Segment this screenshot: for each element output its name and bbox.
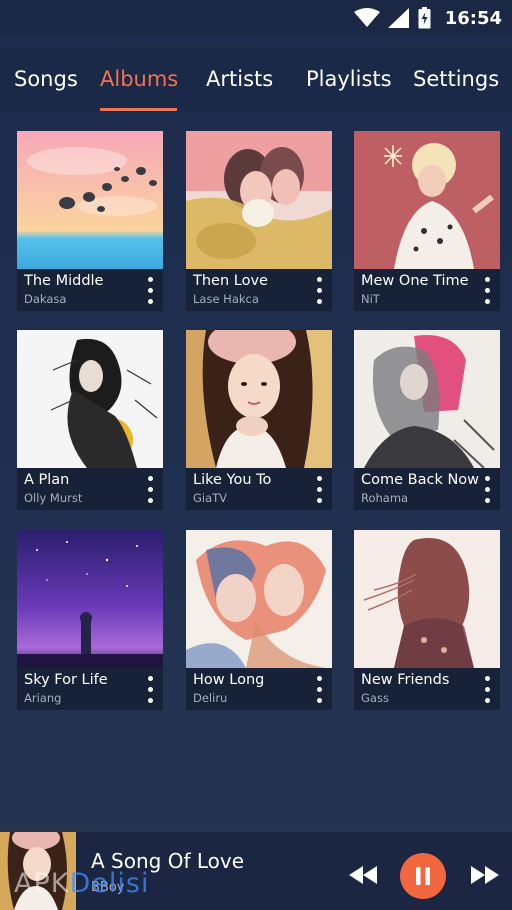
now-playing-cover-image[interactable] [0, 832, 76, 910]
album-title: A Plan [24, 472, 70, 488]
album-card[interactable]: Come Back Now Rohama [354, 330, 500, 510]
album-card[interactable]: Like You To GiaTV [186, 330, 332, 510]
previous-track-icon[interactable] [349, 866, 377, 884]
album-cover-image [354, 330, 500, 468]
more-options-icon[interactable] [480, 277, 494, 305]
album-artist: GiaTV [193, 491, 228, 505]
album-title: Sky For Life [24, 672, 108, 688]
pause-button[interactable] [400, 853, 446, 899]
tab-songs[interactable]: Songs [14, 67, 78, 91]
album-cover-image [17, 530, 163, 668]
album-cover-image [354, 530, 500, 668]
album-cover-image [17, 330, 163, 468]
now-playing-bar[interactable]: A Song Of Love BBoy [0, 832, 512, 910]
album-title: Then Love [193, 273, 268, 289]
battery-charging-icon [418, 7, 431, 29]
next-track-icon[interactable] [471, 866, 499, 884]
album-card[interactable]: Mew One Time NiT [354, 131, 500, 311]
now-playing-title: A Song Of Love [91, 849, 245, 873]
pause-icon [416, 867, 430, 885]
wifi-icon [353, 8, 380, 27]
album-cover-image [186, 530, 332, 668]
album-title: How Long [193, 672, 265, 688]
album-cover-image [17, 131, 163, 269]
more-options-icon[interactable] [312, 476, 326, 504]
album-info: How Long Deliru [186, 668, 332, 710]
album-info: Then Love Lase Hakca [186, 269, 332, 311]
album-artist: Gass [361, 691, 389, 705]
status-time: 16:54 [444, 7, 502, 29]
cell-signal-icon [387, 8, 409, 28]
album-cover-image [186, 131, 332, 269]
status-icons: 16:54 [353, 6, 502, 30]
album-info: Come Back Now Rohama [354, 468, 500, 510]
active-tab-indicator [100, 108, 177, 111]
album-info: Mew One Time NiT [354, 269, 500, 311]
album-info: Like You To GiaTV [186, 468, 332, 510]
more-options-icon[interactable] [312, 676, 326, 704]
album-info: Sky For Life Ariang [17, 668, 163, 710]
more-options-icon[interactable] [480, 676, 494, 704]
album-card[interactable]: Then Love Lase Hakca [186, 131, 332, 311]
album-card[interactable]: How Long Deliru [186, 530, 332, 710]
more-options-icon[interactable] [143, 277, 157, 305]
album-title: Like You To [193, 472, 272, 488]
album-card[interactable]: Sky For Life Ariang [17, 530, 163, 710]
more-options-icon[interactable] [143, 476, 157, 504]
album-artist: Lase Hakca [193, 292, 259, 306]
album-card[interactable]: A Plan Olly Murst [17, 330, 163, 510]
album-card[interactable]: New Friends Gass [354, 530, 500, 710]
album-artist: Ariang [24, 691, 62, 705]
album-artist: Dakasa [24, 292, 67, 306]
now-playing-artist: BBoy [91, 880, 125, 895]
more-options-icon[interactable] [480, 476, 494, 504]
album-card[interactable]: The Middle Dakasa [17, 131, 163, 311]
album-artist: Rohama [361, 491, 409, 505]
status-bar: 16:54 [0, 0, 512, 36]
tab-bar: Songs Albums Artists Playlists Settings [0, 48, 512, 112]
tab-playlists[interactable]: Playlists [306, 67, 392, 91]
album-artist: Deliru [193, 691, 228, 705]
album-info: New Friends Gass [354, 668, 500, 710]
album-title: The Middle [24, 273, 104, 289]
album-info: The Middle Dakasa [17, 269, 163, 311]
tab-settings[interactable]: Settings [413, 67, 499, 91]
album-cover-image [354, 131, 500, 269]
album-artist: NiT [361, 292, 380, 306]
album-title: Come Back Now [361, 472, 480, 488]
tab-artists[interactable]: Artists [206, 67, 273, 91]
album-title: New Friends [361, 672, 450, 688]
album-info: A Plan Olly Murst [17, 468, 163, 510]
album-cover-image [186, 330, 332, 468]
more-options-icon[interactable] [143, 676, 157, 704]
album-title: Mew One Time [361, 273, 469, 289]
tab-albums[interactable]: Albums [100, 67, 178, 91]
more-options-icon[interactable] [312, 277, 326, 305]
album-artist: Olly Murst [24, 491, 83, 505]
